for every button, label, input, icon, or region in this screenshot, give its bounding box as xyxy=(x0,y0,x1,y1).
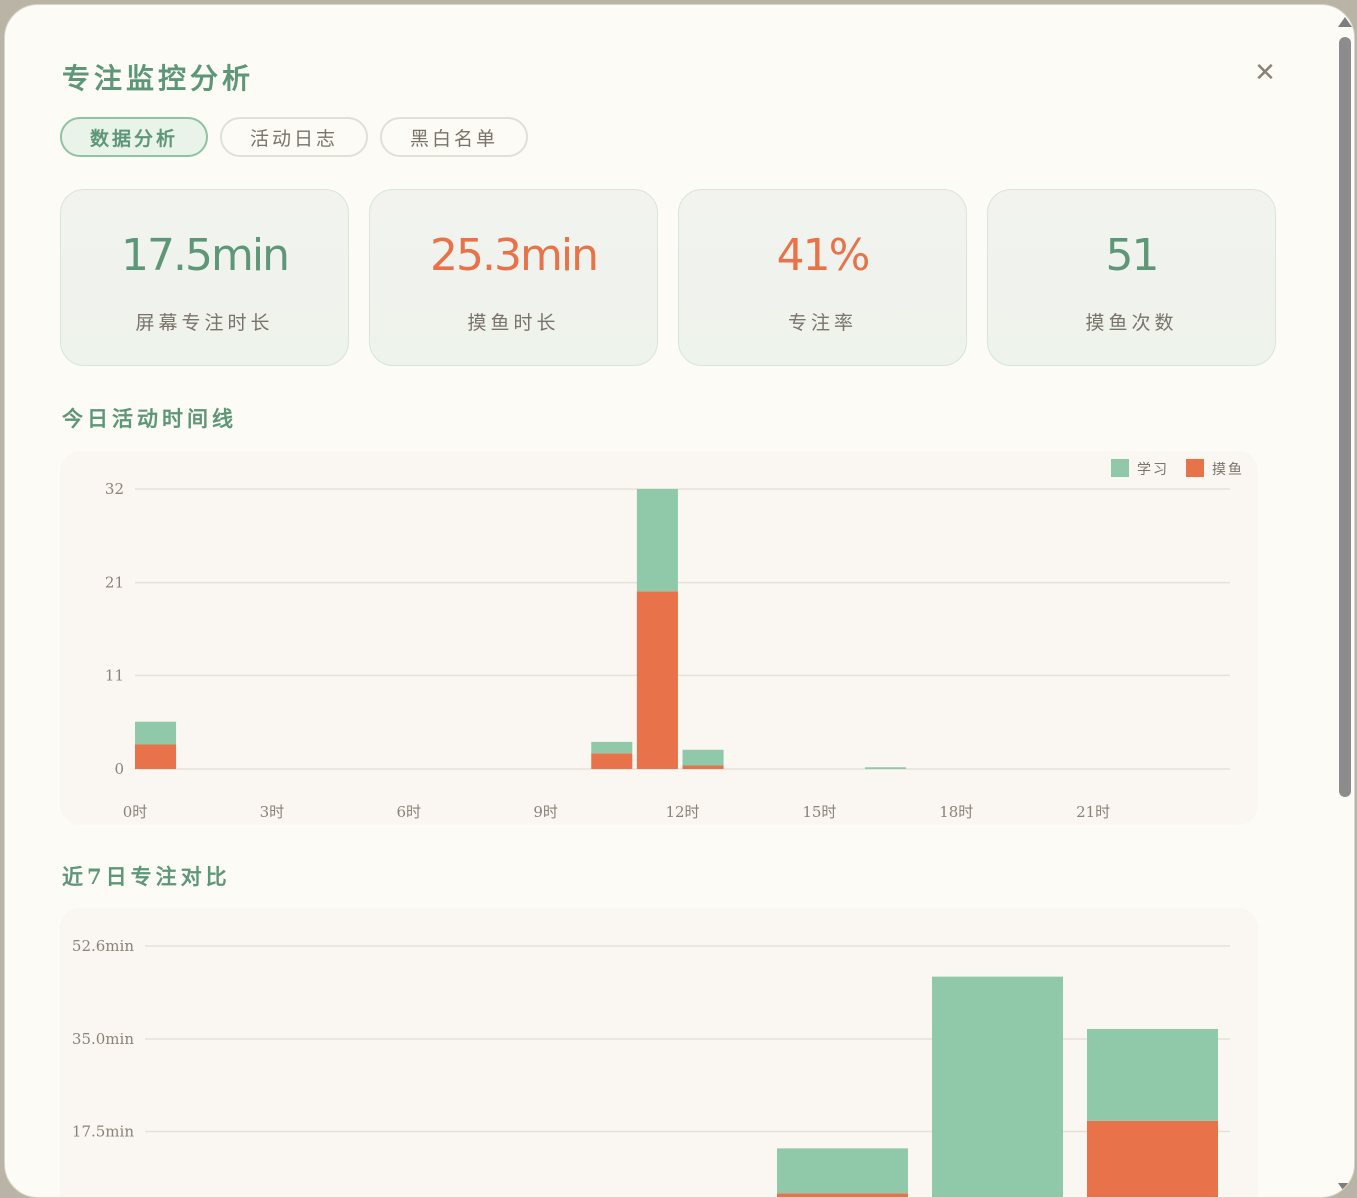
focus-analysis-modal: 专注监控分析 ✕ 数据分析 活动日志 黑白名单 17.5min 屏幕专注时长 2… xyxy=(4,4,1355,1198)
scrollbar-thumb[interactable] xyxy=(1339,37,1351,797)
bar-slack xyxy=(135,744,177,769)
timeline-title: 今日活动时间线 xyxy=(62,406,237,431)
legend-swatch-study xyxy=(1111,459,1129,477)
stat-label: 专注率 xyxy=(787,312,857,334)
stat-value: 17.5min xyxy=(121,230,290,281)
tab-activity-log[interactable]: 活动日志 xyxy=(220,117,368,157)
bar-slack xyxy=(591,753,633,769)
x-tick-label: 0时 xyxy=(123,803,148,821)
stats-cards: 17.5min 屏幕专注时长 25.3min 摸鱼时长 41% 专注率 51 摸… xyxy=(60,189,1276,366)
scroll-up-arrow-icon[interactable] xyxy=(1338,17,1352,27)
tab-bar: 数据分析 活动日志 黑白名单 xyxy=(60,117,528,157)
y-tick-label: 0 xyxy=(114,760,124,778)
weekly-title: 近7日专注对比 xyxy=(62,864,231,889)
bar-study xyxy=(865,767,907,769)
timeline-chart: 0 11 21 32 0时 3时 6时 9时 12时 15时 18时 21时 学习 摸鱼 xyxy=(105,459,1244,821)
x-tick-label: 15时 xyxy=(802,803,836,821)
bar-study xyxy=(932,976,1063,1197)
stat-label: 屏幕专注时长 xyxy=(135,312,274,334)
stat-value: 25.3min xyxy=(430,230,599,281)
bar-slack xyxy=(682,765,724,769)
bar-study xyxy=(682,749,724,766)
bar-slack xyxy=(636,591,678,769)
bar-study xyxy=(636,489,678,592)
x-tick-label: 3时 xyxy=(260,803,285,821)
legend-label-slack: 摸鱼 xyxy=(1212,461,1244,478)
x-tick-label: 18时 xyxy=(939,803,973,821)
y-tick-label: 35.0min xyxy=(72,1030,134,1048)
stat-value: 51 xyxy=(1105,230,1160,281)
close-icon[interactable]: ✕ xyxy=(1251,59,1279,87)
tab-blacklist-whitelist[interactable]: 黑白名单 xyxy=(380,117,528,157)
stat-card-focus-duration: 17.5min 屏幕专注时长 xyxy=(60,189,349,366)
stat-card-slack-duration: 25.3min 摸鱼时长 xyxy=(369,189,658,366)
y-tick-label: 32 xyxy=(105,480,124,498)
x-tick-label: 12时 xyxy=(665,803,699,821)
legend-swatch-slack xyxy=(1186,459,1204,477)
y-tick-label: 52.6min xyxy=(72,937,134,955)
stat-label: 摸鱼时长 xyxy=(467,312,560,334)
stat-card-slack-count: 51 摸鱼次数 xyxy=(987,189,1276,366)
y-tick-label: 21 xyxy=(105,574,124,592)
y-tick-label: 17.5min xyxy=(72,1122,134,1140)
scroll-down-arrow-icon[interactable] xyxy=(1338,1183,1352,1193)
y-tick-label: 11 xyxy=(105,666,124,684)
stat-label: 摸鱼次数 xyxy=(1085,312,1178,334)
bar-study xyxy=(135,721,177,745)
timeline-chart-panel: 0 11 21 32 0时 3时 6时 9时 12时 15时 18时 21时 学习 摸鱼 xyxy=(60,451,1258,825)
legend-label-study: 学习 xyxy=(1137,462,1169,478)
bar-slack xyxy=(777,1193,908,1197)
x-tick-label: 21时 xyxy=(1076,803,1110,821)
weekly-chart: 17.5min 35.0min 52.6min xyxy=(72,937,1230,1197)
bar-study xyxy=(1087,1028,1218,1121)
x-tick-label: 6时 xyxy=(396,803,421,821)
tab-data-analysis[interactable]: 数据分析 xyxy=(60,117,208,157)
weekly-chart-panel: 17.5min 35.0min 52.6min xyxy=(60,908,1258,1197)
scrollbar[interactable] xyxy=(1335,11,1354,1197)
stat-value: 41% xyxy=(776,230,871,281)
modal-title: 专注监控分析 xyxy=(62,62,255,95)
bar-study xyxy=(591,741,633,754)
x-tick-label: 9时 xyxy=(533,803,558,821)
stat-card-focus-rate: 41% 专注率 xyxy=(678,189,967,366)
bar-study xyxy=(777,1148,908,1194)
bar-slack xyxy=(1087,1120,1218,1197)
